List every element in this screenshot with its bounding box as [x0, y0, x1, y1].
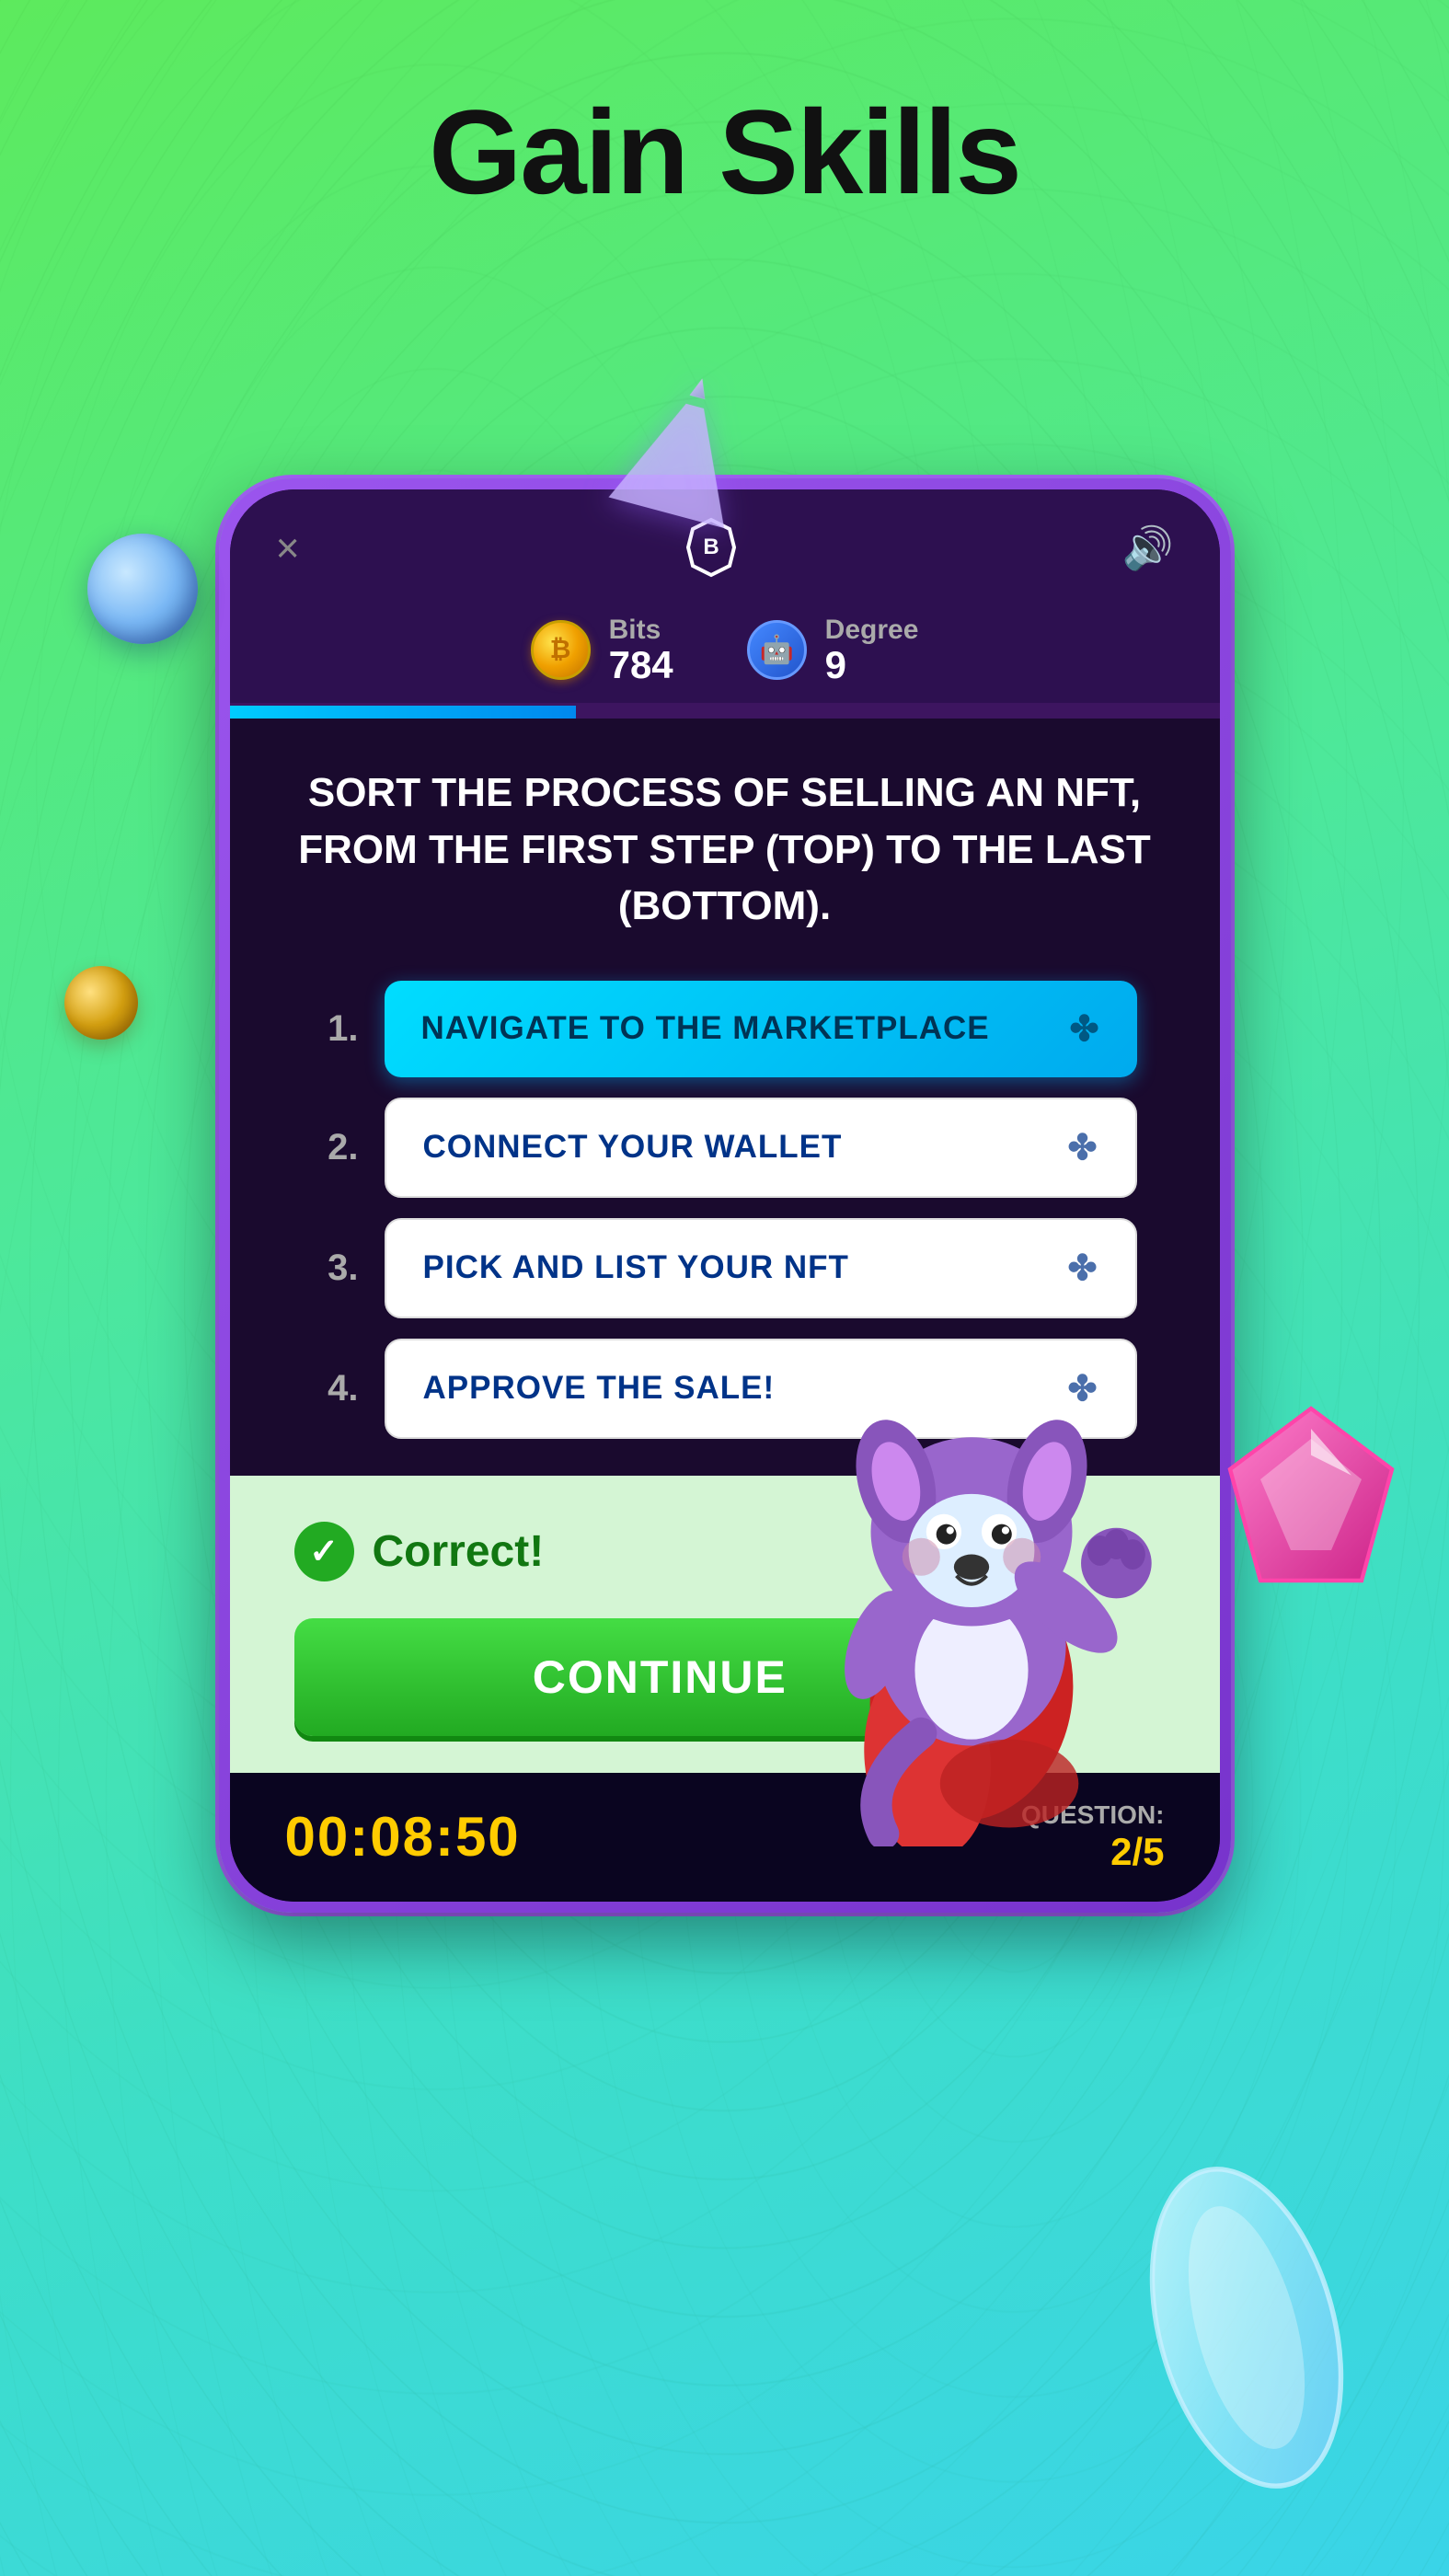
bits-value: 784	[609, 646, 673, 684]
degree-stat: 🤖 Degree 9	[747, 615, 919, 684]
deco-gem-pink-icon	[1210, 1398, 1412, 1601]
answer-btn-1[interactable]: NAVIGATE TO THE MARKETPLACE ✤	[385, 981, 1137, 1077]
progress-bar-fill	[230, 706, 577, 719]
answer-number-1: 1.	[313, 1008, 359, 1050]
phone-outer: × B 🔊 Bits 784	[219, 478, 1231, 1913]
correct-check-icon	[294, 1522, 354, 1581]
correct-text: Correct!	[373, 1526, 545, 1577]
answer-label-3: PICK AND LIST YOUR NFT	[423, 1249, 849, 1286]
page-title: Gain Skills	[0, 0, 1449, 276]
deco-sphere-blue	[87, 534, 198, 644]
answer-number-2: 2.	[313, 1127, 359, 1168]
deco-sphere-gold	[64, 966, 138, 1040]
bits-label: Bits	[609, 615, 673, 646]
degree-value: 9	[825, 646, 919, 684]
drag-icon-3: ✤	[1068, 1248, 1098, 1289]
answer-label-1: NAVIGATE TO THE MARKETPLACE	[421, 1010, 990, 1047]
degree-info: Degree 9	[825, 615, 919, 684]
sound-icon[interactable]: 🔊	[1121, 523, 1173, 572]
answer-btn-3[interactable]: PICK AND LIST YOUR NFT ✤	[385, 1218, 1137, 1318]
drag-icon-2: ✤	[1068, 1127, 1098, 1168]
answer-row-2: 2. CONNECT YOUR WALLET ✤	[313, 1098, 1137, 1198]
mascot-container	[778, 1368, 1165, 1846]
brand-logo: B	[679, 515, 743, 580]
bits-coin-icon	[531, 620, 591, 680]
brand-logo-icon: B	[679, 515, 743, 580]
progress-bar-container	[230, 706, 1220, 719]
correct-panel: Correct! CONTINUE	[230, 1476, 1220, 1773]
answer-number-3: 3.	[313, 1248, 359, 1289]
answer-label-4: APPROVE THE SALE!	[423, 1370, 776, 1407]
bits-stat: Bits 784	[531, 615, 673, 684]
svg-text:B: B	[703, 535, 719, 559]
answer-number-4: 4.	[313, 1368, 359, 1409]
question-text: SORT THE PROCESS OF SELLING AN NFT, FROM…	[294, 765, 1156, 935]
bits-info: Bits 784	[609, 615, 673, 684]
question-area: SORT THE PROCESS OF SELLING AN NFT, FROM…	[230, 719, 1220, 1476]
degree-label: Degree	[825, 615, 919, 646]
drag-icon-1: ✤	[1070, 1008, 1100, 1050]
phone-container: × B 🔊 Bits 784	[219, 478, 1231, 1913]
mascot-dog-icon	[778, 1368, 1165, 1846]
answer-label-2: CONNECT YOUR WALLET	[423, 1129, 843, 1166]
answer-btn-2[interactable]: CONNECT YOUR WALLET ✤	[385, 1098, 1137, 1198]
answer-row-3: 3. PICK AND LIST YOUR NFT ✤	[313, 1218, 1137, 1318]
close-button[interactable]: ×	[276, 527, 300, 569]
answer-row-1: 1. NAVIGATE TO THE MARKETPLACE ✤	[313, 981, 1137, 1077]
deco-crystal-icon	[1118, 2153, 1375, 2502]
phone-inner: × B 🔊 Bits 784	[230, 489, 1220, 1902]
stats-bar: Bits 784 🤖 Degree 9	[230, 598, 1220, 706]
degree-avatar-icon: 🤖	[747, 620, 807, 680]
timer-display: 00:08:50	[285, 1805, 521, 1869]
